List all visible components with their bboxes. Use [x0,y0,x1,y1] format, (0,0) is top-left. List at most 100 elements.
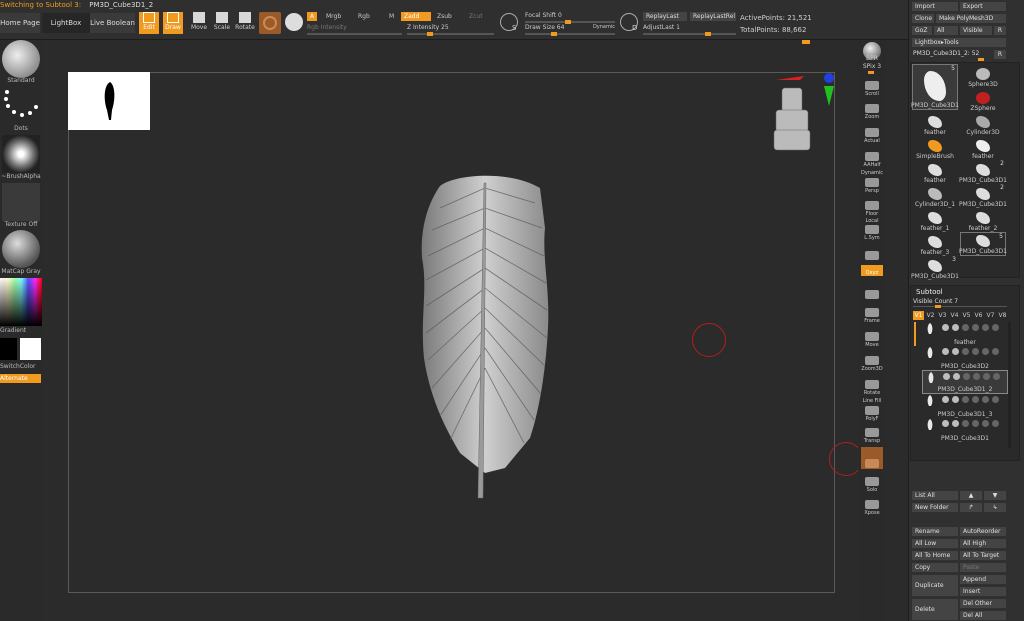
spix-slider[interactable]: SPix 3 [861,63,883,70]
feather-mesh[interactable] [410,168,560,503]
lsym-button[interactable]: L.Sym [861,221,883,241]
goz-button[interactable]: GoZ [912,26,932,35]
secondary-color-swatch[interactable] [0,338,17,360]
subtool-row[interactable]: PM3D_Cube3D2 [922,346,1008,370]
lock-icon[interactable] [963,373,970,380]
matcap-material-icon[interactable] [2,230,40,268]
replay-last-rel-button[interactable]: ReplayLastRel [690,12,736,21]
clone-button[interactable]: Clone [912,14,934,23]
append-button[interactable]: Append [960,575,1006,584]
all-low-button[interactable]: All Low [912,539,958,548]
home-page-button[interactable]: Home Page [0,13,40,33]
subtool-toggles[interactable] [942,396,1006,404]
tool-thumbnail[interactable]: PM3D_Cube3D1 2 [959,184,1007,208]
folder-icon[interactable] [972,348,979,355]
zoom-button[interactable]: Zoom [861,100,883,120]
draw-size-slider[interactable]: Draw Size 64 Dynamic [525,24,615,36]
polyf-button[interactable]: PolyF [861,402,883,422]
tool-thumbnail[interactable]: feather [912,112,958,136]
persp-button[interactable]: Persp [861,174,883,194]
tool-thumbnail[interactable]: SimpleBrush [912,136,958,160]
z-intensity-slider[interactable]: Z Intensity 25 [407,24,494,36]
duplicate-button[interactable]: Duplicate [912,575,958,596]
adjust-last-slider[interactable]: AdjustLast 1 [643,24,736,36]
standard-brush-icon[interactable] [2,40,40,78]
polypaint-icon[interactable] [952,324,959,331]
subtool-toggles[interactable] [942,324,1006,332]
visibility-icon[interactable] [943,373,950,380]
eye-icon[interactable] [992,348,999,355]
focal-shift-slider[interactable]: Focal Shift 0 [525,12,615,24]
tool-thumbnail[interactable]: PM3D_Cube3D1 5 [959,232,1007,256]
folder-icon[interactable] [972,396,979,403]
brush-icon[interactable] [982,324,989,331]
transp-button[interactable]: Transp [861,424,883,444]
a-mode-button[interactable]: A [307,12,318,21]
goz-all-button[interactable]: All [934,26,958,35]
switch-color-button[interactable]: SwitchColor [0,363,42,370]
tool-thumbnail[interactable]: Sphere3D [960,64,1006,88]
goz-r-button[interactable]: R [994,26,1006,35]
version-tab[interactable]: V4 [949,311,960,320]
alternate-button[interactable]: Alternate [0,374,41,383]
floor-button[interactable]: Floor [861,197,883,217]
rotate-view-button[interactable]: Rotate [861,376,883,396]
replay-last-button[interactable]: ReplayLast [643,12,687,21]
gyro-button[interactable] [861,245,883,261]
subtool-toggles[interactable] [942,420,1006,428]
version-tab[interactable]: V7 [985,311,996,320]
mrgb-button[interactable]: Mrgb [323,12,344,21]
zoom3d-button[interactable]: Zoom3D [861,352,883,372]
tool-thumbnail[interactable]: Cylinder3D [960,112,1006,136]
new-folder-button[interactable]: New Folder [912,503,958,512]
tool-thumbnail[interactable]: PM3D_Cube3D1 2 [959,160,1007,184]
subtool-toggles[interactable] [942,348,1006,356]
visibility-icon[interactable] [942,348,949,355]
zsub-button[interactable]: Zsub [434,12,455,21]
draw-tool-button[interactable]: Draw [163,12,183,34]
version-tab[interactable]: V6 [973,311,984,320]
stroke-icon[interactable] [285,13,303,31]
insert-button[interactable]: Insert [960,587,1006,596]
eye-icon[interactable] [992,420,999,427]
copy-button[interactable]: Copy [912,563,958,572]
lock-icon[interactable] [962,396,969,403]
subtool-row[interactable]: PM3D_Cube3D1_3 [922,394,1008,418]
all-to-home-button[interactable]: All To Home [912,551,958,560]
live-boolean-button[interactable]: Live Boolean [90,13,135,33]
rgb-intensity-slider[interactable]: Rgb Intensity [307,24,402,35]
del-all-button[interactable]: Del All [960,611,1006,620]
polypaint-icon[interactable] [952,420,959,427]
solo-button[interactable]: Solo [861,473,883,493]
version-tab[interactable]: V5 [961,311,972,320]
move-up-folder-button[interactable]: ↱ [960,503,982,512]
bpr-button[interactable]: BPR [858,55,886,62]
material-swatch-button[interactable] [259,12,281,34]
eye-icon[interactable] [992,396,999,403]
main-color-swatch[interactable] [20,338,41,360]
texture-off-icon[interactable] [2,183,40,221]
color-picker[interactable] [0,278,42,326]
folder-icon[interactable] [973,373,980,380]
tool-thumbnail[interactable]: feather_3 [912,232,958,256]
eye-icon[interactable] [992,324,999,331]
move-tool-button[interactable]: Move [189,12,209,34]
tool-thumbnail[interactable]: feather [912,160,958,184]
version-tab[interactable]: V3 [937,311,948,320]
tool-slider-knob[interactable] [978,58,984,61]
visibility-icon[interactable] [942,324,949,331]
brush-icon[interactable] [982,420,989,427]
brush-alpha-icon[interactable] [2,135,40,173]
make-polymesh-button[interactable]: Make PolyMesh3D [936,14,1006,23]
version-tab[interactable]: V1 [913,311,924,320]
lock-icon[interactable] [962,324,969,331]
tool-r-button[interactable]: R [994,50,1006,59]
rotate-tool-button[interactable]: Rotate [235,12,255,34]
spix-knob[interactable] [868,71,874,74]
version-tab[interactable]: V2 [925,311,936,320]
move-up-button[interactable]: ▲ [960,491,982,500]
tool-thumbnail[interactable]: feather_1 [912,208,958,232]
lightbox-tools-button[interactable]: Lightbox▸Tools [912,38,1006,47]
lock-icon[interactable] [962,420,969,427]
subtool-row[interactable]: feather [922,322,1008,346]
